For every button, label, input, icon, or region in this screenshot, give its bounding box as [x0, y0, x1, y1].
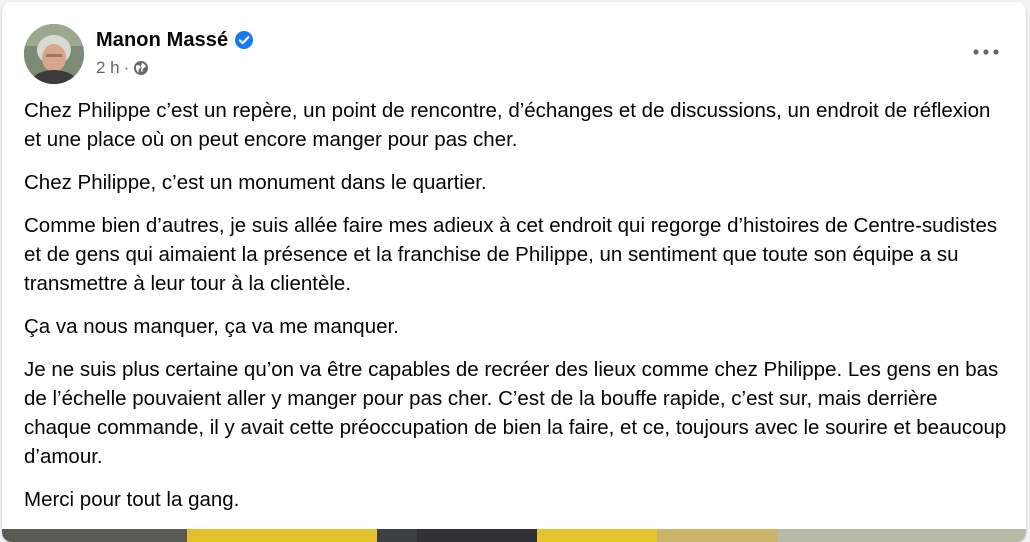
post-media-preview[interactable]	[2, 529, 1026, 542]
media-segment	[537, 529, 657, 542]
media-segment	[777, 529, 1026, 542]
post-meta: 2 h ·	[96, 58, 254, 78]
more-options-button[interactable]	[968, 38, 1004, 66]
author-name[interactable]: Manon Massé	[96, 29, 228, 52]
post-header: Manon Massé 2 h ·	[24, 24, 1004, 84]
media-segment	[657, 529, 777, 542]
post-card: Manon Massé 2 h · Chez Philippe c’est un…	[2, 2, 1026, 542]
post-paragraph: Chez Philippe c’est un repère, un point …	[24, 99, 991, 151]
post-body: Chez Philippe c’est un repère, un point …	[24, 96, 1009, 528]
media-segment	[377, 529, 417, 542]
post-timestamp[interactable]: 2 h	[96, 58, 120, 78]
media-segment	[417, 529, 537, 542]
post-paragraph: Je ne suis plus certaine qu’on va être c…	[24, 358, 1007, 468]
meta-separator: ·	[123, 58, 130, 77]
author-block: Manon Massé 2 h ·	[96, 26, 254, 78]
verified-badge-icon	[234, 30, 254, 50]
post-paragraph: Comme bien d’autres, je suis allée faire…	[24, 214, 998, 295]
post-paragraph: Merci pour tout la gang.	[24, 488, 240, 511]
media-segment	[187, 529, 377, 542]
avatar[interactable]	[24, 24, 84, 84]
author-row: Manon Massé	[96, 26, 254, 54]
post-paragraph: Ça va nous manquer, ça va me manquer.	[24, 315, 399, 338]
post-paragraph: Chez Philippe, c’est un monument dans le…	[24, 171, 487, 194]
media-segment	[2, 529, 187, 542]
globe-icon[interactable]	[133, 60, 149, 76]
more-options-icon	[973, 49, 999, 55]
avatar-photo	[24, 24, 84, 84]
